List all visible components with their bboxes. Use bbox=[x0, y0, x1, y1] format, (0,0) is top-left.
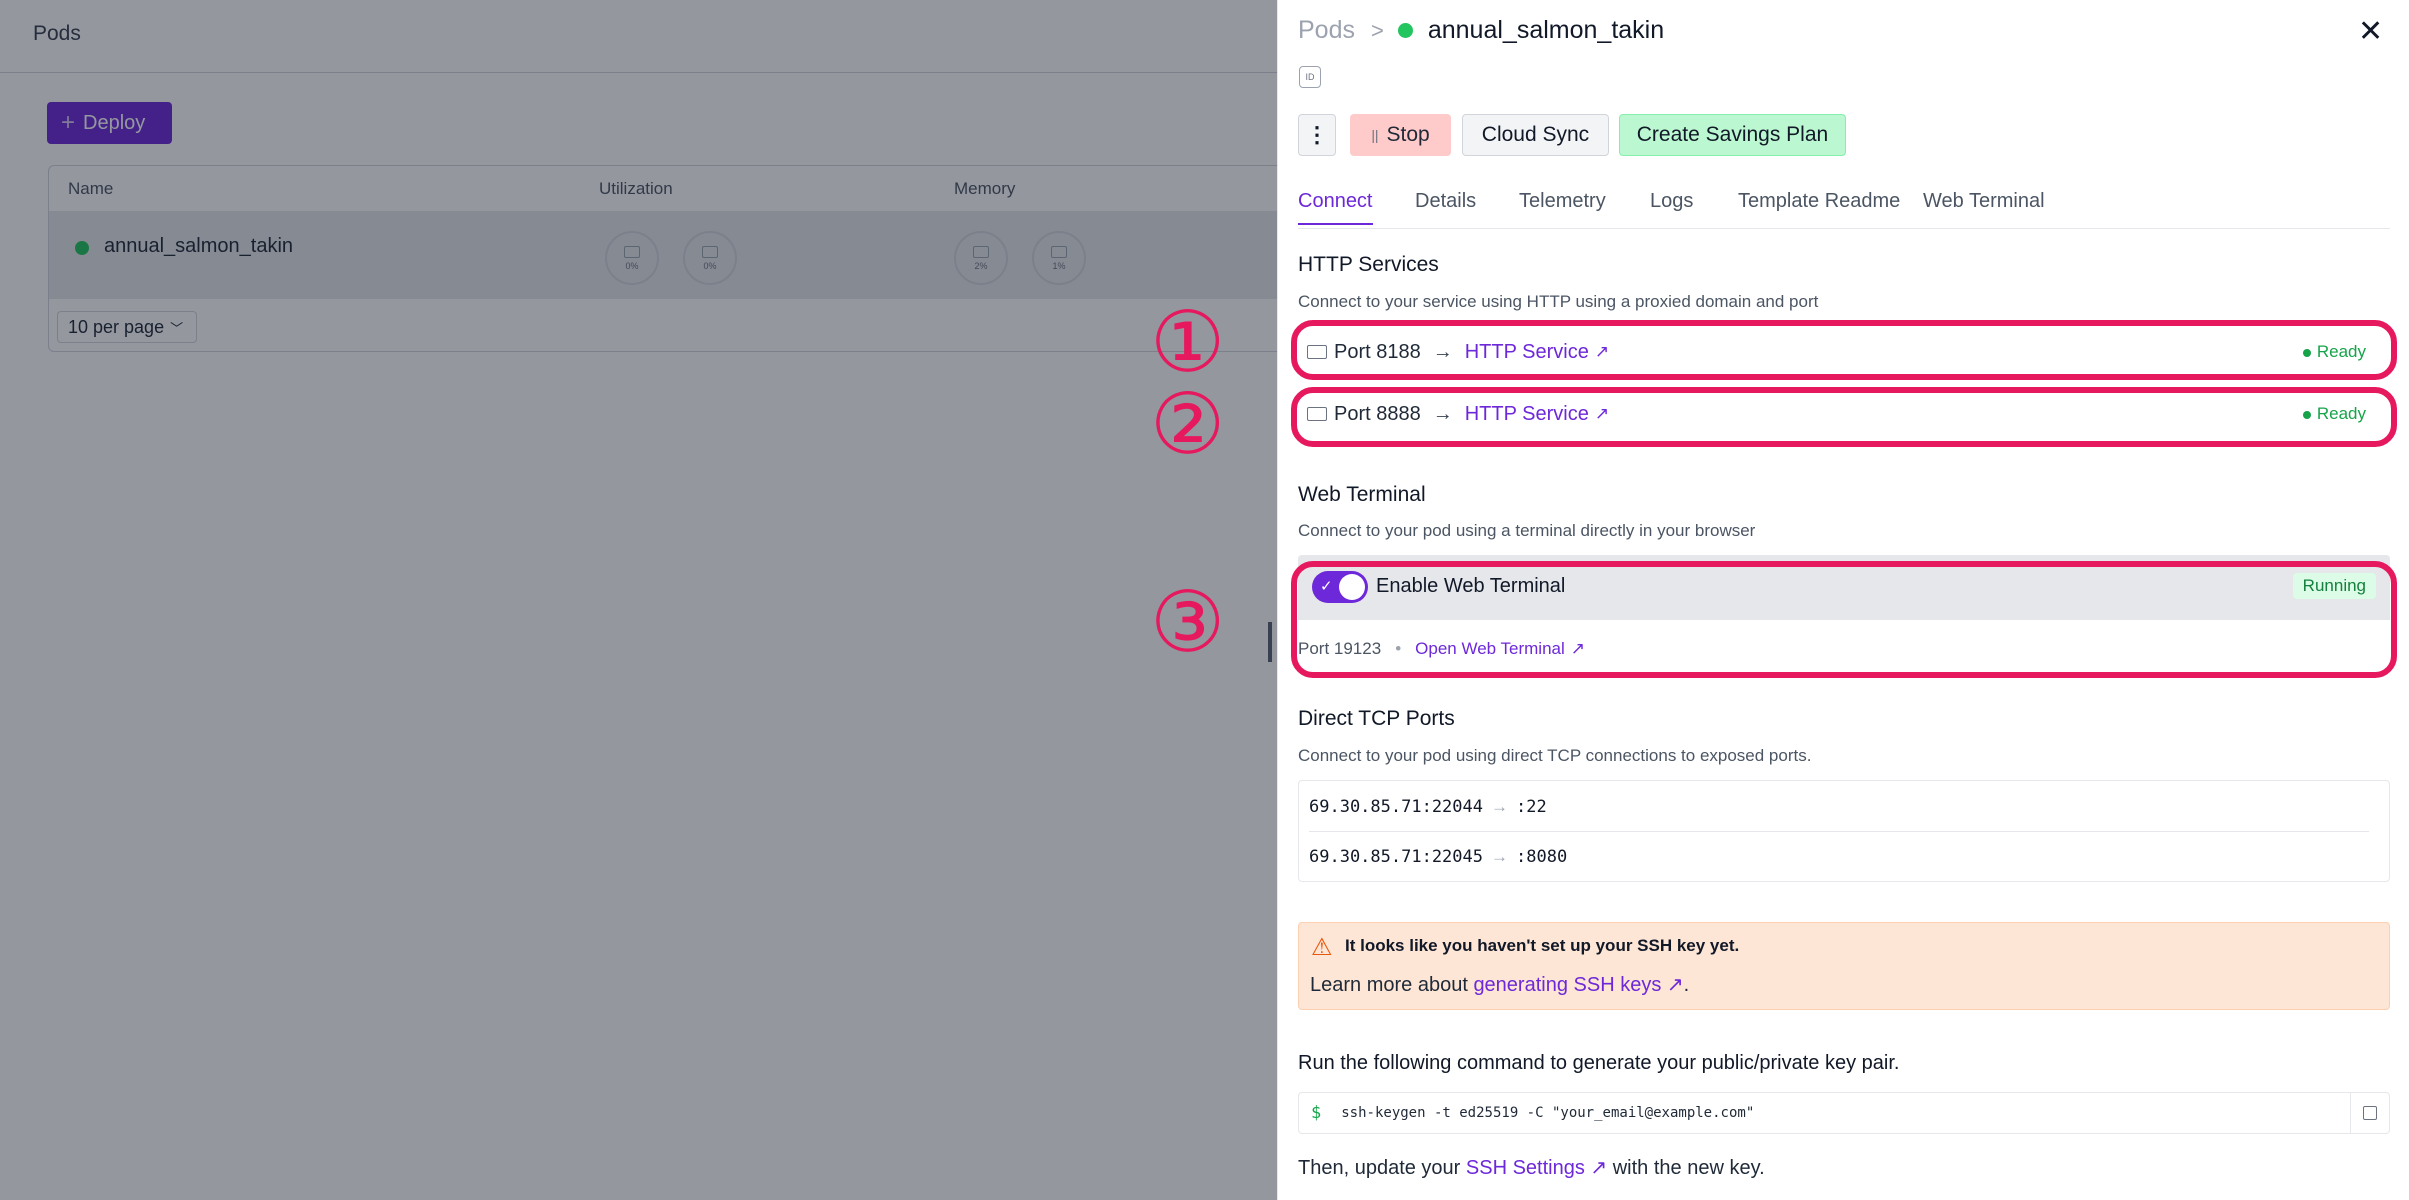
ssh-settings-text: Then, update your SSH Settings ↗ with th… bbox=[1298, 1157, 1765, 1179]
annotation-number-2: ② bbox=[1150, 375, 1226, 473]
id-badge[interactable]: ID bbox=[1299, 66, 1321, 88]
modal-overlay[interactable] bbox=[0, 0, 1277, 1200]
tcp-heading: Direct TCP Ports bbox=[1298, 707, 1455, 730]
http-services-heading: HTTP Services bbox=[1298, 253, 1439, 276]
tab-details[interactable]: Details bbox=[1415, 190, 1476, 223]
external-link-icon[interactable]: ↗ bbox=[1585, 1157, 1607, 1179]
annotation-number-3: ③ bbox=[1150, 573, 1226, 671]
tcp-port-row[interactable]: 69.30.85.71:22044 → :22 bbox=[1309, 783, 2369, 831]
breadcrumb: Pods > annual_salmon_takin bbox=[1298, 16, 1664, 45]
external-link-icon[interactable]: ↗ bbox=[1661, 974, 1684, 996]
web-terminal-heading: Web Terminal bbox=[1298, 483, 1426, 506]
tab-connect[interactable]: Connect bbox=[1298, 190, 1373, 225]
highlight-box-1 bbox=[1291, 320, 2397, 380]
warning-text: Learn more about generating SSH keys ↗. bbox=[1310, 974, 1690, 996]
tab-logs[interactable]: Logs bbox=[1650, 190, 1693, 223]
tab-template-readme[interactable]: Template Readme bbox=[1738, 190, 1900, 223]
generating-ssh-keys-link[interactable]: generating SSH keys bbox=[1473, 974, 1661, 996]
warning-icon: ⚠ bbox=[1311, 934, 1333, 961]
tcp-port-row[interactable]: 69.30.85.71:22045 → :8080 bbox=[1309, 833, 2369, 881]
arrow-right-icon: → bbox=[1491, 847, 1508, 866]
resize-handle[interactable] bbox=[1268, 622, 1272, 662]
breadcrumb-separator: > bbox=[1370, 17, 1384, 43]
create-savings-plan-button[interactable]: Create Savings Plan bbox=[1619, 114, 1846, 156]
highlight-box-3 bbox=[1291, 561, 2397, 678]
pod-title: annual_salmon_takin bbox=[1427, 16, 1665, 44]
status-dot bbox=[1397, 23, 1413, 38]
tab-bar: Connect Details Telemetry Logs Template … bbox=[1298, 190, 2390, 229]
prompt: $ bbox=[1311, 1103, 1322, 1123]
tcp-ports-list: 69.30.85.71:22044 → :22 69.30.85.71:2204… bbox=[1298, 780, 2390, 882]
annotation-number-1: ① bbox=[1150, 293, 1226, 391]
cloud-sync-button[interactable]: Cloud Sync bbox=[1462, 114, 1609, 156]
ssh-warning: ⚠ It looks like you haven't set up your … bbox=[1298, 922, 2390, 1010]
arrow-right-icon: → bbox=[1491, 797, 1508, 816]
close-icon[interactable]: ✕ bbox=[2358, 14, 2383, 49]
warning-title: It looks like you haven't set up your SS… bbox=[1345, 936, 1740, 955]
copy-button[interactable] bbox=[2350, 1093, 2389, 1133]
copy-icon bbox=[2359, 1102, 2377, 1120]
http-services-subtitle: Connect to your service using HTTP using… bbox=[1298, 292, 1819, 311]
breadcrumb-pods[interactable]: Pods bbox=[1298, 16, 1355, 45]
ssh-instruction: Run the following command to generate yo… bbox=[1298, 1052, 1900, 1074]
stop-button[interactable]: | | Stop bbox=[1350, 114, 1451, 156]
web-terminal-subtitle: Connect to your pod using a terminal dir… bbox=[1298, 521, 1756, 540]
more-button[interactable]: ⋮ bbox=[1298, 114, 1336, 156]
ssh-settings-link[interactable]: SSH Settings bbox=[1466, 1157, 1585, 1179]
tcp-subtitle: Connect to your pod using direct TCP con… bbox=[1298, 746, 1812, 765]
pause-icon: | | bbox=[1371, 127, 1378, 143]
ssh-command-box: $ ssh-keygen -t ed25519 -C "your_email@e… bbox=[1298, 1092, 2390, 1134]
tab-telemetry[interactable]: Telemetry bbox=[1519, 190, 1606, 223]
tab-web-terminal[interactable]: Web Terminal bbox=[1923, 190, 2045, 223]
more-icon: ⋮ bbox=[1306, 122, 1328, 147]
pods-page: Pods + Deploy Name Utilization Memory an… bbox=[0, 0, 1278, 1200]
highlight-box-2 bbox=[1291, 387, 2397, 447]
ssh-command[interactable]: ssh-keygen -t ed25519 -C "your_email@exa… bbox=[1341, 1105, 1754, 1121]
